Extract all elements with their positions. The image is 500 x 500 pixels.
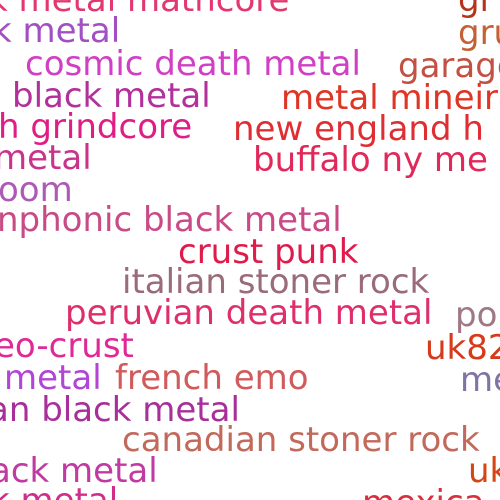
genre-tag[interactable]: me bbox=[460, 363, 500, 397]
genre-tag[interactable]: gru bbox=[458, 16, 500, 50]
genre-tag[interactable]: canadian stoner rock bbox=[122, 423, 480, 457]
genre-tag[interactable]: buffalo ny me bbox=[253, 143, 488, 177]
genre-tag-cloud: k metal mathcore gr k metal gru cosmic d… bbox=[0, 0, 500, 500]
genre-tag[interactable]: mexica bbox=[362, 486, 485, 500]
genre-tag[interactable]: peruvian death metal bbox=[65, 296, 432, 330]
genre-tag[interactable]: po bbox=[455, 298, 497, 332]
genre-tag[interactable]: k metal bbox=[0, 484, 118, 500]
genre-tag[interactable]: k metal bbox=[0, 14, 120, 48]
